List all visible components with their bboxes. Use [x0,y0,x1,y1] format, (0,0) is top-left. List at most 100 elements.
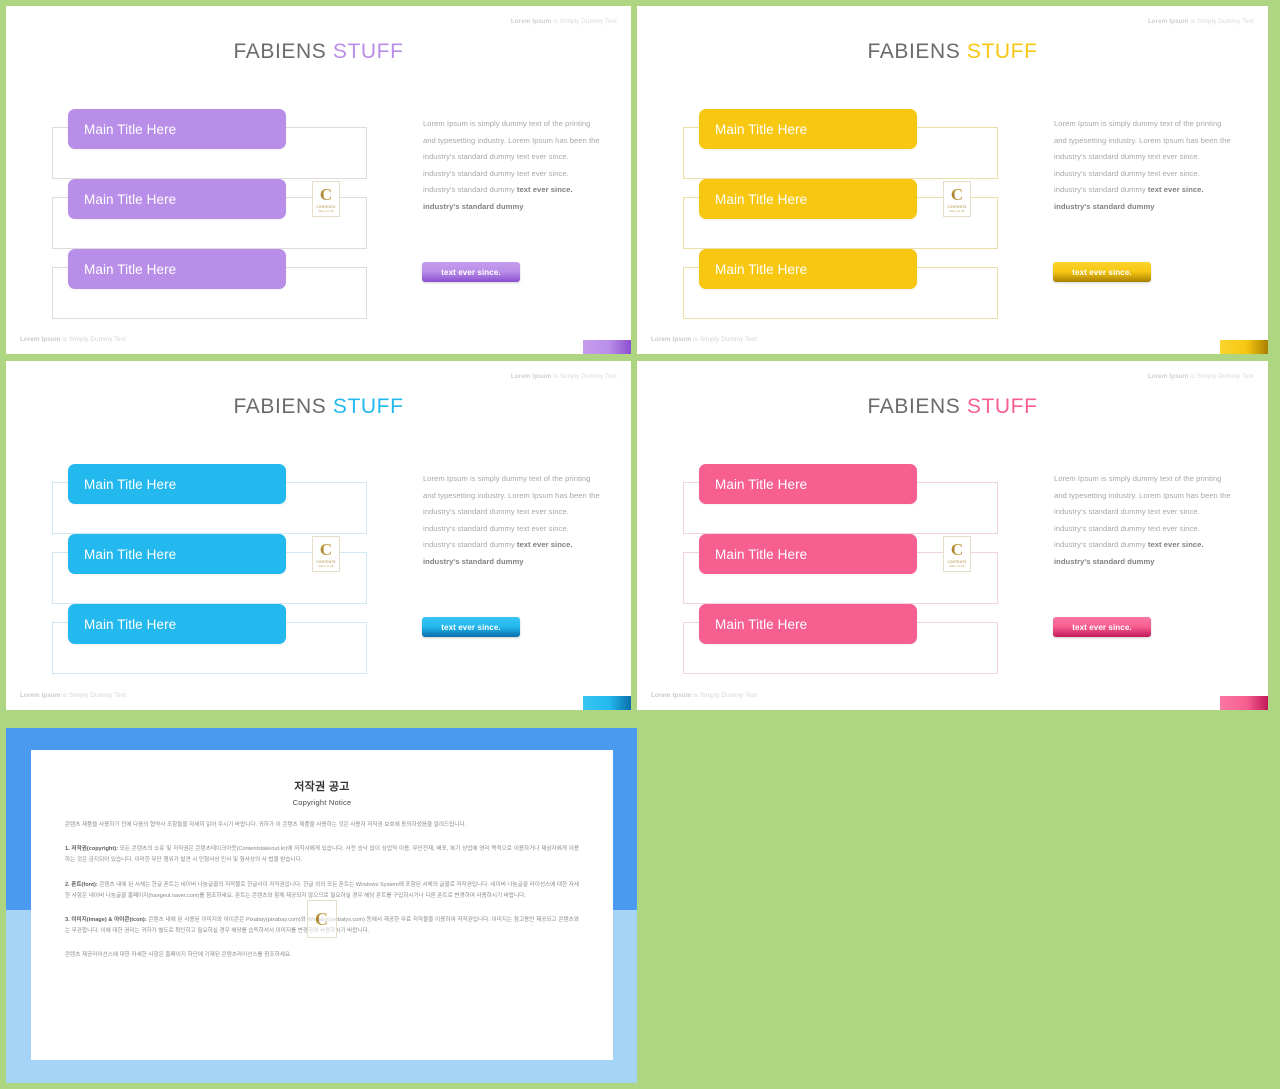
cta-label: text ever since. [441,622,501,632]
contents-logo-icon: C [306,900,337,938]
diagram-row[interactable]: Main Title Here [52,604,372,674]
cta-button[interactable]: text ever since. [1053,617,1151,637]
corner-accent-bar [1220,696,1268,710]
logo-letter: C [319,539,333,559]
contents-logo-icon: C CONTENTS MALL CLUB [943,181,971,217]
top-note: Lorem Ipsum is Simply Dummy Text [1147,18,1254,25]
cta-button[interactable]: text ever since. [422,617,520,637]
page-title: FABIENS STUFF [233,40,404,63]
slide-cell-copyright: 저작권 공고 Copyright Notice 콘텐츠 제품을 사용하기 전에 … [0,722,637,1089]
slide-cell-purple: Lorem Ipsum is Simply Dummy Text FABIENS… [0,0,637,361]
row-bar[interactable]: Main Title Here [699,534,917,574]
diagram-yellow: Main Title Here Main Title Here Main Tit… [683,109,1003,319]
corner-accent-bar [1220,340,1268,354]
logo-line1: CONTENTS [316,559,336,564]
copyright-intro: 콘텐츠 제품을 사용하기 전에 다음의 협약사 조항들을 자세히 읽어 주시기 … [65,822,467,828]
logo-line1: CONTENTS [947,559,967,564]
slide-purple[interactable]: Lorem Ipsum is Simply Dummy Text FABIENS… [6,6,631,354]
row-bar[interactable]: Main Title Here [68,109,286,149]
title-accent: STUFF [332,40,404,63]
slide-yellow[interactable]: Lorem Ipsum is Simply Dummy Text FABIENS… [637,6,1268,354]
copyright-title-en: Copyright Notice [292,798,352,807]
row-label: Main Title Here [715,121,808,137]
bottom-note: Lorem Ipsum is Simply Dummy Text [20,336,127,343]
bottom-note: Lorem Ipsum is Simply Dummy Text [651,336,758,343]
bottom-note: Lorem Ipsum is Simply Dummy Text [20,692,127,699]
corner-accent-bar [583,340,631,354]
top-note: Lorem Ipsum is Simply Dummy Text [1147,373,1254,380]
row-bar[interactable]: Main Title Here [68,249,286,289]
diagram-row[interactable]: Main Title Here [683,249,1003,319]
logo-letter: C [950,184,964,204]
row-label: Main Title Here [715,191,808,207]
logo-letter: C [315,909,328,929]
logo-line2: MALL CLUB [949,564,965,568]
logo-line2: MALL CLUB [318,564,334,568]
page-title: FABIENS STUFF [867,40,1038,63]
corner-accent-bar [583,696,631,710]
cta-label: text ever since. [1072,267,1132,277]
copyright-footer: 콘텐츠 제공라이선스에 대한 자세한 사항은 홈페이지 하단에 기재된 콘텐츠라… [65,952,292,959]
row-label: Main Title Here [715,476,808,492]
slide-cell-cyan: Lorem Ipsum is Simply Dummy Text FABIENS… [0,361,637,722]
row-bar[interactable]: Main Title Here [68,464,286,504]
row-bar[interactable]: Main Title Here [68,179,286,219]
row-bar[interactable]: Main Title Here [699,179,917,219]
top-note: Lorem Ipsum is Simply Dummy Text [510,18,617,25]
row-label: Main Title Here [84,121,177,137]
cta-label: text ever since. [441,267,501,277]
cta-button[interactable]: text ever since. [422,262,520,282]
copyright-item-1: 1. 저작권(copyright): 모든 콘텐츠의 소유 및 저작권은 콘텐츠… [65,846,579,864]
diagram-row[interactable]: Main Title Here [52,249,372,319]
body-paragraph: Lorem Ipsum is simply dummy text of the … [423,474,600,566]
row-label: Main Title Here [84,546,177,562]
diagram-purple: Main Title Here Main Title Here Main Tit… [52,109,372,319]
slide-pink[interactable]: Lorem Ipsum is Simply Dummy Text FABIENS… [637,361,1268,710]
diagram-cyan: Main Title Here Main Title Here Main Tit… [52,464,372,674]
row-label: Main Title Here [84,476,177,492]
top-note: Lorem Ipsum is Simply Dummy Text [510,373,617,380]
contents-logo-icon: C CONTENTS MALL CLUB [312,536,340,572]
diagram-row[interactable]: Main Title Here [683,464,1003,534]
row-label: Main Title Here [715,546,808,562]
diagram-pink: Main Title Here Main Title Here Main Tit… [683,464,1003,674]
copyright-item-2: 2. 폰트(font): 콘텐츠 내에 된 서체는 한글 폰트는 네이버 나눔글… [65,881,579,899]
diagram-row[interactable]: Main Title Here [683,604,1003,674]
empty-green-area [637,722,1280,1089]
cta-button[interactable]: text ever since. [1053,262,1151,282]
logo-line1: CONTENTS [947,204,967,209]
row-label: Main Title Here [84,191,177,207]
logo-line1: CONTENTS [316,204,336,209]
row-label: Main Title Here [84,616,177,632]
row-bar[interactable]: Main Title Here [699,249,917,289]
page-title: FABIENS STUFF [233,395,404,418]
slide-copyright[interactable]: 저작권 공고 Copyright Notice 콘텐츠 제품을 사용하기 전에 … [6,728,637,1083]
cta-label: text ever since. [1072,622,1132,632]
contents-logo-icon: C CONTENTS MALL CLUB [943,536,971,572]
row-label: Main Title Here [715,616,808,632]
body-paragraph: Lorem Ipsum is simply dummy text of the … [1054,474,1231,566]
row-label: Main Title Here [84,261,177,277]
slide-grid: Lorem Ipsum is Simply Dummy Text FABIENS… [0,0,1280,1089]
copyright-title-ko: 저작권 공고 [294,781,350,793]
slide-cell-yellow: Lorem Ipsum is Simply Dummy Text FABIENS… [637,0,1280,361]
title-accent: STUFF [966,395,1038,418]
title-accent: STUFF [332,395,404,418]
row-bar[interactable]: Main Title Here [699,109,917,149]
row-bar[interactable]: Main Title Here [68,534,286,574]
page-title: FABIENS STUFF [867,395,1038,418]
title-accent: STUFF [966,40,1038,63]
contents-logo-icon: C CONTENTS MALL CLUB [312,181,340,217]
body-paragraph: Lorem Ipsum is simply dummy text of the … [423,119,600,211]
diagram-row[interactable]: Main Title Here [52,109,372,179]
row-bar[interactable]: Main Title Here [699,464,917,504]
logo-letter: C [950,539,964,559]
row-bar[interactable]: Main Title Here [699,604,917,644]
diagram-row[interactable]: Main Title Here [683,109,1003,179]
body-paragraph: Lorem Ipsum is simply dummy text of the … [1054,119,1231,211]
row-bar[interactable]: Main Title Here [68,604,286,644]
slide-cyan[interactable]: Lorem Ipsum is Simply Dummy Text FABIENS… [6,361,631,710]
logo-letter: C [319,184,333,204]
row-label: Main Title Here [715,261,808,277]
diagram-row[interactable]: Main Title Here [52,464,372,534]
